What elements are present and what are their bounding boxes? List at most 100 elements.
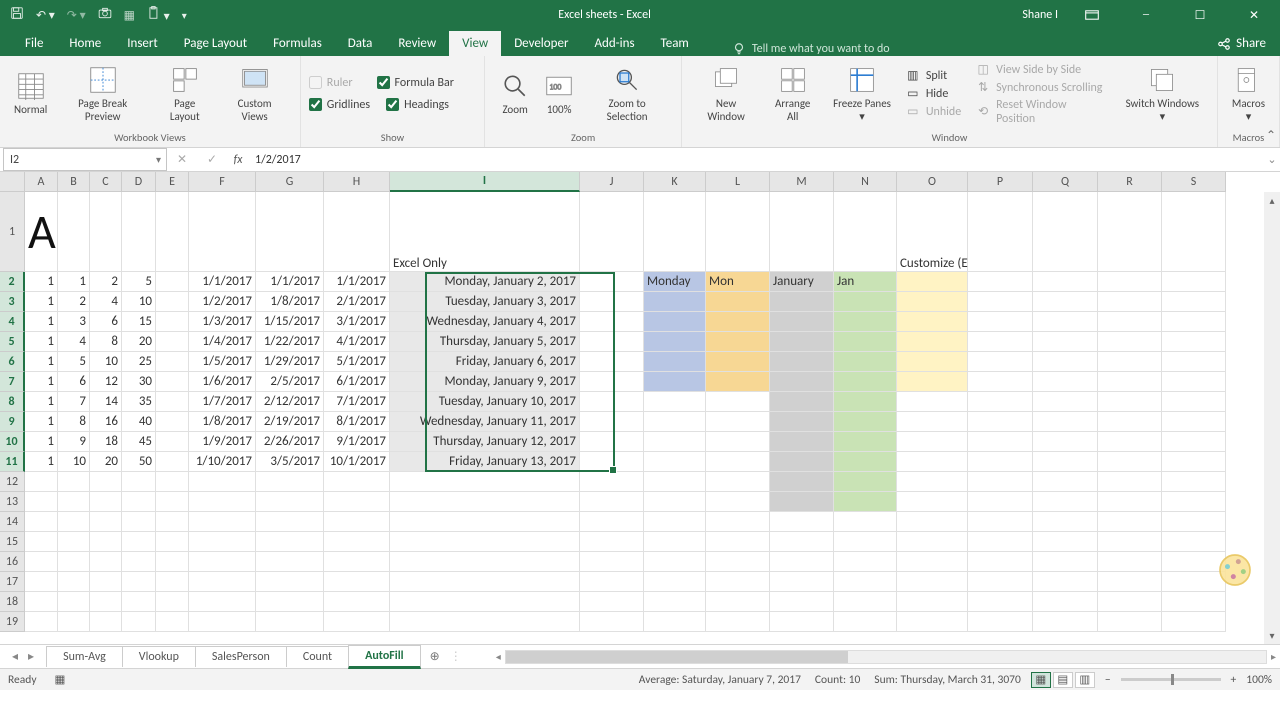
cell[interactable]: [189, 612, 256, 632]
cell[interactable]: [968, 532, 1033, 552]
cell[interactable]: [897, 592, 968, 612]
cell[interactable]: [324, 532, 390, 552]
zoom-slider[interactable]: [1121, 678, 1221, 681]
cell[interactable]: [968, 312, 1033, 332]
cell[interactable]: [1162, 372, 1226, 392]
row-header-1[interactable]: 1: [0, 192, 25, 272]
cell[interactable]: [189, 472, 256, 492]
paste-icon[interactable]: ▾: [147, 6, 170, 24]
cell[interactable]: [156, 512, 189, 532]
cell[interactable]: 15: [122, 312, 156, 332]
col-header-C[interactable]: C: [90, 172, 122, 192]
row-header-4[interactable]: 4: [0, 312, 25, 332]
cell[interactable]: [770, 412, 834, 432]
cell[interactable]: [256, 552, 324, 572]
cell[interactable]: [122, 192, 156, 272]
cell[interactable]: [90, 592, 122, 612]
cell[interactable]: [324, 192, 390, 272]
cell[interactable]: [968, 492, 1033, 512]
save-icon[interactable]: [10, 6, 24, 24]
cell[interactable]: [1162, 612, 1226, 632]
cell[interactable]: [1033, 352, 1098, 372]
row-header-6[interactable]: 6: [0, 352, 25, 372]
cell[interactable]: 4: [58, 332, 90, 352]
cell[interactable]: [189, 572, 256, 592]
cell[interactable]: [1162, 492, 1226, 512]
cell[interactable]: Jan: [834, 272, 897, 292]
cell[interactable]: [25, 472, 58, 492]
cell[interactable]: [834, 572, 897, 592]
cell[interactable]: [58, 532, 90, 552]
zoom-100-button[interactable]: 100 100%: [537, 68, 581, 118]
cell[interactable]: [897, 412, 968, 432]
cell[interactable]: Mon: [706, 272, 770, 292]
cell[interactable]: [1033, 392, 1098, 412]
cell[interactable]: [706, 512, 770, 532]
cell[interactable]: [580, 412, 644, 432]
cell[interactable]: [1098, 572, 1162, 592]
cell[interactable]: 9: [58, 432, 90, 452]
cell[interactable]: [90, 192, 122, 272]
cell[interactable]: 14: [90, 392, 122, 412]
cell[interactable]: [1098, 492, 1162, 512]
col-header-F[interactable]: F: [189, 172, 256, 192]
cell[interactable]: [1162, 392, 1226, 412]
hide-button[interactable]: ▭Hide: [905, 86, 961, 102]
cell[interactable]: [324, 572, 390, 592]
row-header-11[interactable]: 11: [0, 452, 25, 472]
cell[interactable]: [770, 192, 834, 272]
col-header-K[interactable]: K: [644, 172, 706, 192]
cell[interactable]: [770, 352, 834, 372]
tab-team[interactable]: Team: [648, 31, 702, 56]
cell[interactable]: [897, 432, 968, 452]
zoom-in-icon[interactable]: +: [1231, 673, 1237, 687]
cell[interactable]: [770, 492, 834, 512]
cell[interactable]: [122, 512, 156, 532]
cell[interactable]: [897, 452, 968, 472]
cell[interactable]: Wednesday, January 11, 2017: [390, 412, 580, 432]
cell[interactable]: [644, 452, 706, 472]
cell[interactable]: [897, 612, 968, 632]
row-header-5[interactable]: 5: [0, 332, 25, 352]
cell[interactable]: [1162, 472, 1226, 492]
cell[interactable]: [644, 372, 706, 392]
cell[interactable]: 1/1/2017: [189, 272, 256, 292]
col-header-J[interactable]: J: [580, 172, 644, 192]
scroll-up-icon[interactable]: ▴: [1267, 192, 1276, 209]
cell[interactable]: [1033, 272, 1098, 292]
cell[interactable]: [834, 392, 897, 412]
cell[interactable]: 1: [25, 272, 58, 292]
custom-views-button[interactable]: Custom Views: [217, 62, 291, 124]
cell[interactable]: [770, 392, 834, 412]
cell[interactable]: [58, 512, 90, 532]
cell[interactable]: 5: [122, 272, 156, 292]
col-header-L[interactable]: L: [706, 172, 770, 192]
cell[interactable]: [897, 552, 968, 572]
tab-addins[interactable]: Add-ins: [581, 31, 647, 56]
cell[interactable]: [834, 352, 897, 372]
cell[interactable]: [122, 572, 156, 592]
cell[interactable]: [580, 312, 644, 332]
macro-record-icon[interactable]: ▦: [55, 672, 66, 687]
cell[interactable]: [770, 552, 834, 572]
cell[interactable]: [1162, 332, 1226, 352]
cell[interactable]: [968, 432, 1033, 452]
cell[interactable]: [706, 192, 770, 272]
cell[interactable]: [1033, 412, 1098, 432]
cell[interactable]: [834, 592, 897, 612]
cell[interactable]: [644, 612, 706, 632]
cell[interactable]: 6: [58, 372, 90, 392]
new-window-button[interactable]: New Window: [690, 62, 762, 124]
cell[interactable]: 20: [122, 332, 156, 352]
cell[interactable]: 2/26/2017: [256, 432, 324, 452]
cell[interactable]: [256, 532, 324, 552]
cell[interactable]: [1162, 352, 1226, 372]
cell[interactable]: [834, 292, 897, 312]
col-header-O[interactable]: O: [897, 172, 968, 192]
cell[interactable]: [834, 372, 897, 392]
cell[interactable]: [770, 612, 834, 632]
split-button[interactable]: ▥Split: [905, 68, 961, 84]
cell[interactable]: [706, 292, 770, 312]
cell[interactable]: [1098, 272, 1162, 292]
cell[interactable]: [644, 392, 706, 412]
